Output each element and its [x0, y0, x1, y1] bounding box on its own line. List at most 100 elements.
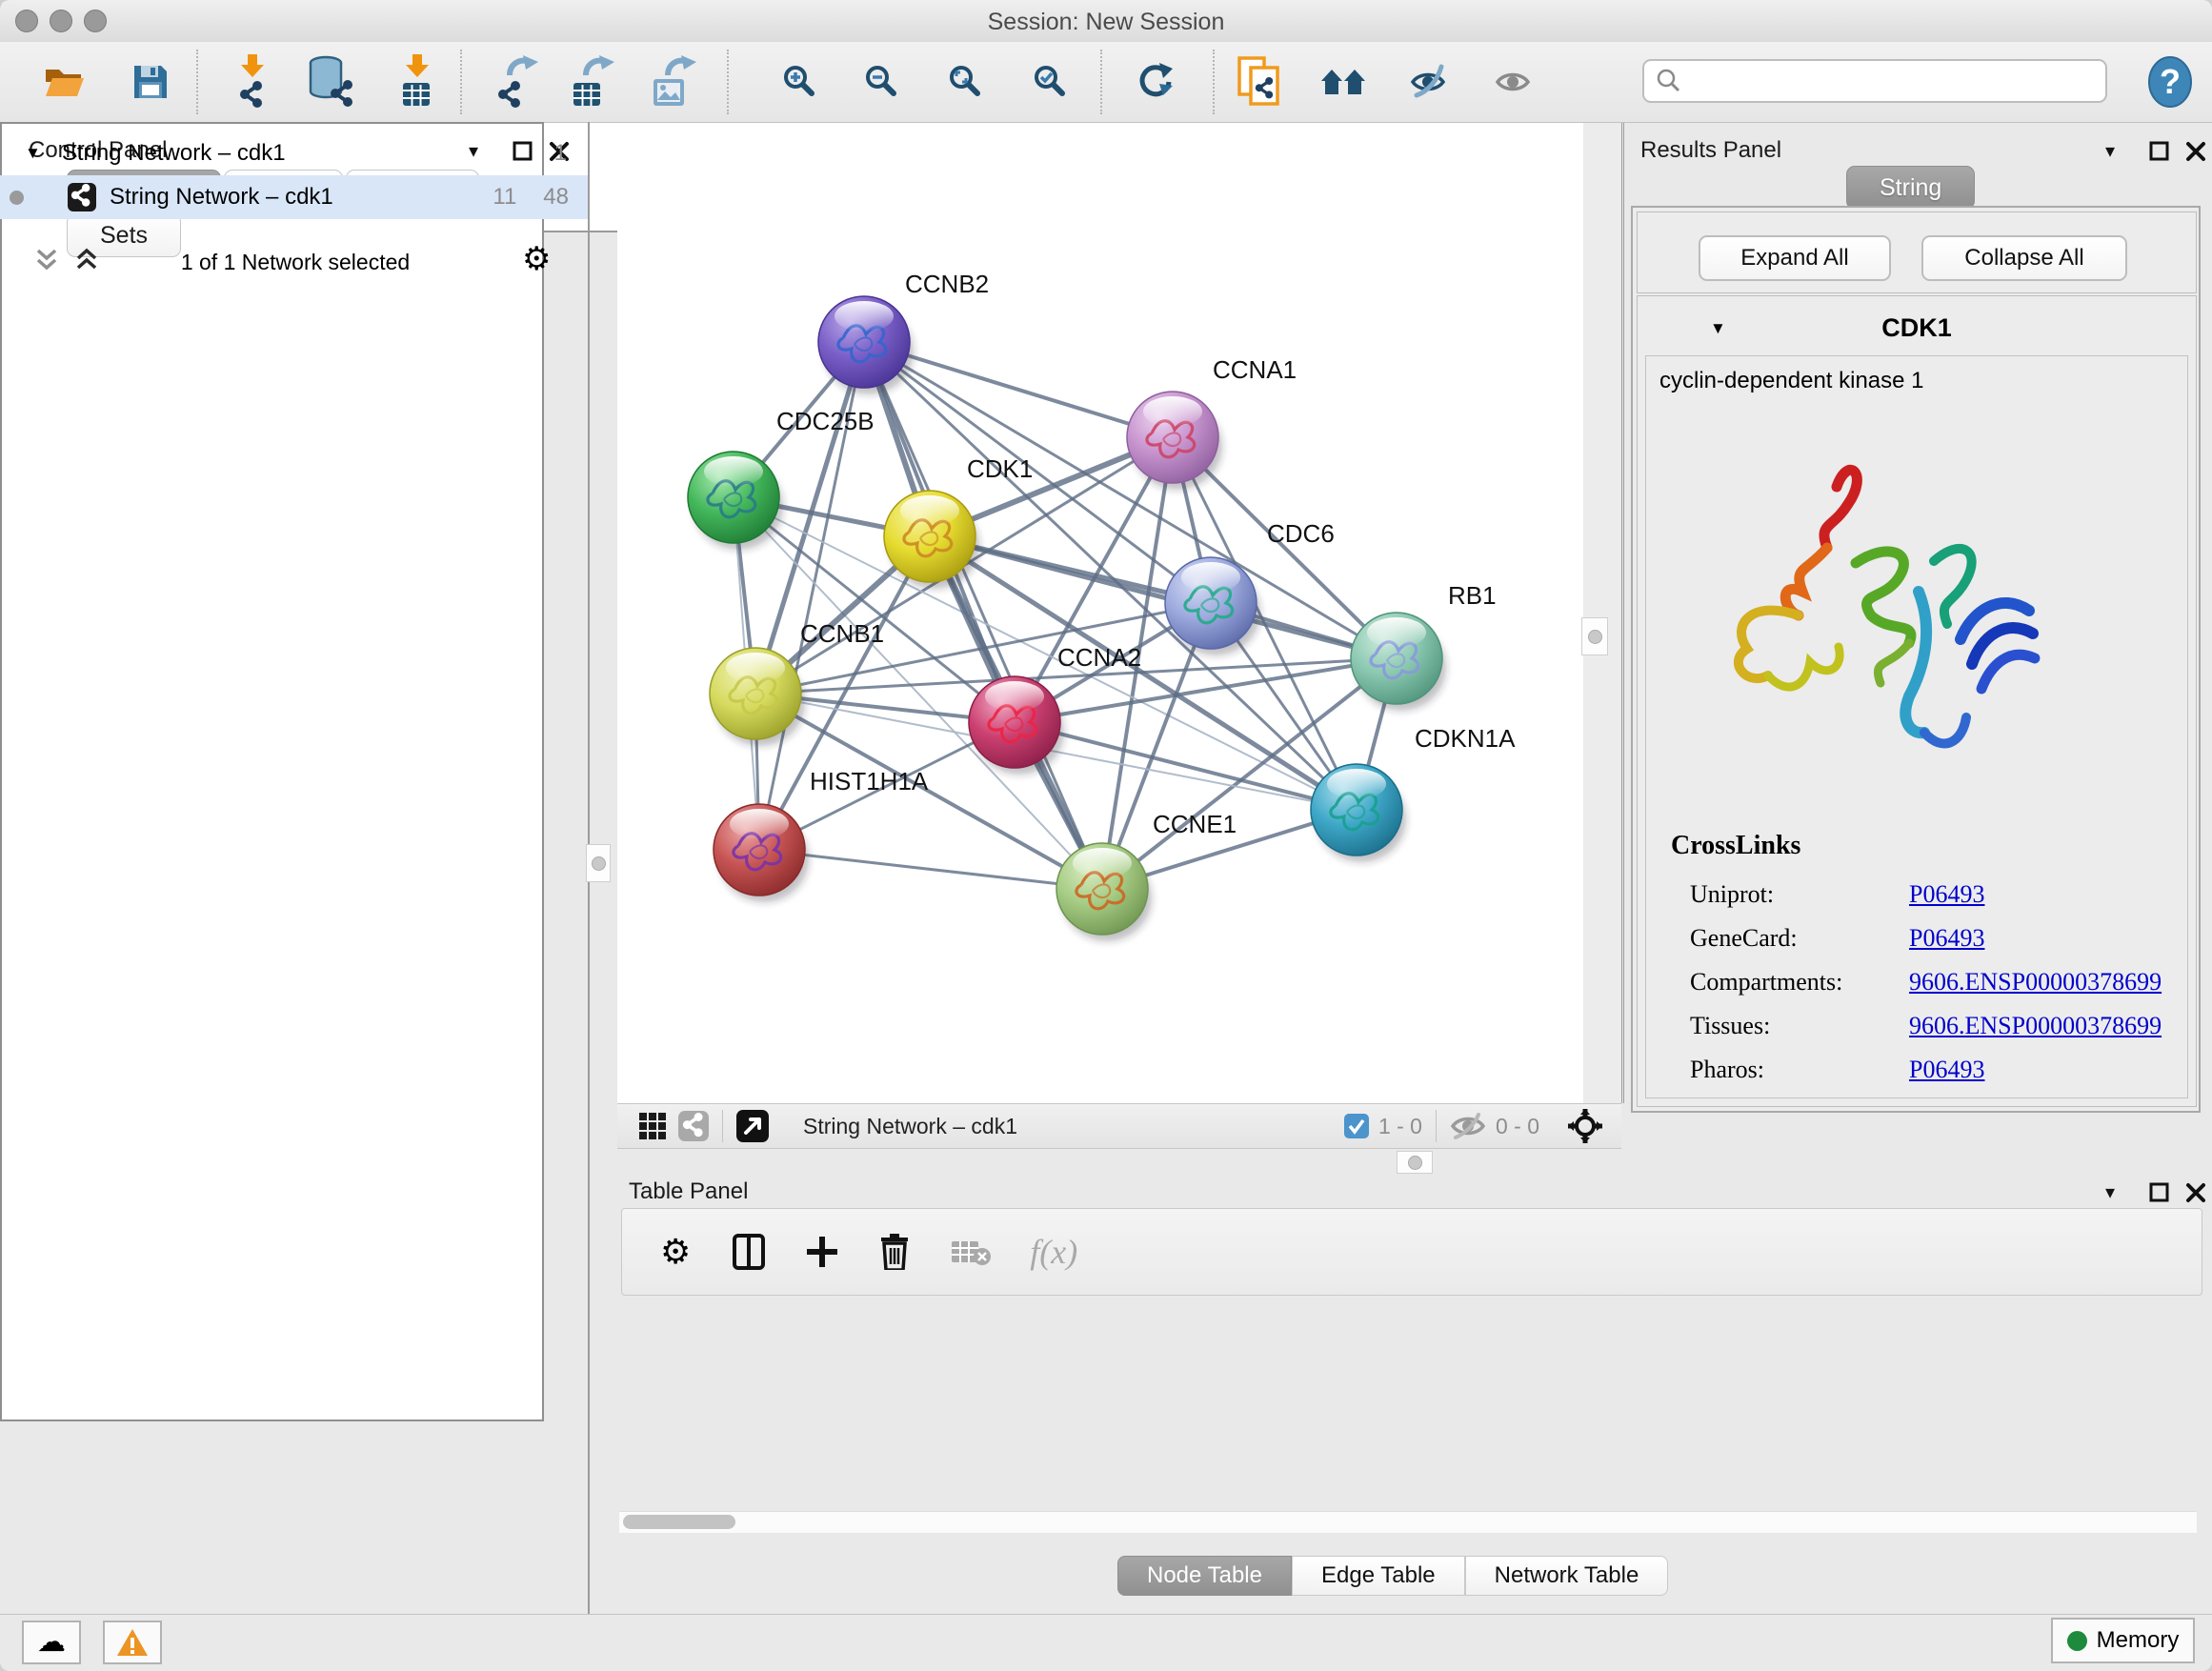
left-splitter-handle[interactable] [586, 844, 611, 882]
memory-label: Memory [2097, 1627, 2180, 1654]
tab-network-table[interactable]: Network Table [1465, 1556, 1669, 1596]
collection-label: String Network – cdk1 [62, 140, 286, 167]
selected-checkbox-icon[interactable] [1344, 1114, 1369, 1138]
network-list-share-icon[interactable] [678, 1111, 709, 1141]
add-column-plus-icon[interactable] [805, 1235, 839, 1269]
zoom-out-button[interactable] [855, 55, 909, 109]
first-neighbors-button[interactable] [1317, 55, 1371, 109]
table-panel-title: Table Panel [629, 1178, 748, 1205]
results-panel-float-icon[interactable] [2149, 141, 2170, 162]
right-splitter-handle[interactable] [1581, 617, 1608, 655]
crosslink-label: GeneCard: [1690, 924, 1798, 952]
hidden-count: 0 - 0 [1496, 1114, 1539, 1139]
network-node-ccna2[interactable] [969, 676, 1064, 775]
tab-node-table[interactable]: Node Table [1117, 1556, 1292, 1596]
grid-view-icon[interactable] [638, 1112, 667, 1140]
network-row-selected[interactable]: String Network – cdk1 11 48 [0, 175, 588, 219]
table-panel-float-icon[interactable] [2149, 1182, 2170, 1203]
results-panel-close-icon[interactable] [2185, 141, 2206, 162]
crosslink-label: Tissues: [1690, 1012, 1770, 1039]
crosslink-value[interactable]: P06493 [1909, 916, 1984, 960]
network-view-toolbar: String Network – cdk1 1 - 0 0 - 0 [617, 1103, 1621, 1149]
delete-column-trash-icon[interactable] [879, 1234, 910, 1270]
table-hscrollbar[interactable] [619, 1511, 2197, 1533]
network-node-cdk1[interactable] [884, 491, 979, 589]
expand-all-button[interactable]: Expand All [1699, 235, 1891, 281]
network-canvas[interactable]: CCNB2CCNA1CDC25BCDK1CDC6RB1CCNB1CCNA2CDK… [617, 123, 1584, 1103]
network-node-ccna1[interactable] [1127, 392, 1222, 490]
expand-all-chevron-icon[interactable] [72, 248, 101, 272]
crosslinks-title: CrossLinks [1671, 831, 1800, 861]
copy-network-button[interactable] [1233, 55, 1286, 109]
zoom-fit-button[interactable] [939, 55, 993, 109]
table-panel-menu-icon[interactable]: ▾ [2105, 1180, 2115, 1204]
zoom-selected-button[interactable] [1024, 55, 1077, 109]
warning-icon [115, 1627, 150, 1658]
crosslink-row: Uniprot: P06493 [1690, 873, 1842, 916]
collection-expand-triangle[interactable]: ▼ [25, 144, 41, 163]
show-all-eye-icon[interactable] [1486, 55, 1539, 109]
network-node-ccne1[interactable] [1056, 843, 1152, 941]
export-network-button[interactable] [491, 55, 544, 109]
collapse-all-button[interactable]: Collapse All [1921, 235, 2127, 281]
node-label-hist1h1a: HIST1H1A [810, 767, 929, 795]
zoom-in-button[interactable] [774, 55, 827, 109]
results-buttons-row: Expand All Collapse All [1637, 211, 2197, 293]
show-columns-icon[interactable] [733, 1234, 765, 1270]
crosslink-value[interactable]: 9606.ENSP00000378699 [1909, 1004, 2162, 1048]
crosslink-value[interactable]: 9606.ENSP00000378699 [1909, 960, 2162, 1004]
tab-edge-table[interactable]: Edge Table [1292, 1556, 1465, 1596]
refresh-button[interactable] [1129, 55, 1182, 109]
canvas-results-splitter[interactable] [1583, 123, 1624, 1103]
network-status-dot [10, 191, 24, 205]
crosslink-row: Pharos: P06493 [1690, 1048, 1842, 1092]
import-network-database-button[interactable] [305, 55, 358, 109]
crosslink-value[interactable]: P06493 [1909, 1048, 1984, 1092]
network-options-gear-icon[interactable]: ⚙ [522, 240, 551, 278]
selected-count: 1 - 0 [1378, 1114, 1422, 1139]
results-entry: ▼ CDK1 cyclin-dependent kinase 1 [1637, 295, 2197, 1107]
open-session-button[interactable] [38, 55, 91, 109]
function-builder-icon: f(x) [1030, 1232, 1077, 1272]
node-label-ccnb1: CCNB1 [800, 619, 884, 648]
table-settings-gear-icon[interactable]: ⚙ [660, 1232, 691, 1272]
delete-table-icon [952, 1238, 992, 1266]
table-tabs: Node TableEdge TableNetwork Table [1117, 1556, 1668, 1596]
toolbar-separator [727, 50, 729, 114]
search-box[interactable] [1642, 59, 2107, 103]
table-hscrollbar-thumb[interactable] [623, 1515, 735, 1529]
save-session-button[interactable] [124, 55, 177, 109]
network-label: String Network – cdk1 [110, 184, 333, 211]
results-panel-menu-icon[interactable]: ▾ [2105, 139, 2115, 163]
node-label-cdk1: CDK1 [967, 454, 1033, 483]
hide-selected-eye-icon[interactable] [1403, 55, 1457, 109]
crosslink-row: GeneCard: P06493 [1690, 916, 1842, 960]
table-panel-close-icon[interactable] [2185, 1182, 2206, 1203]
collapse-all-chevron-icon[interactable] [32, 248, 61, 272]
network-node-hist1h1a[interactable] [714, 804, 809, 902]
help-button[interactable]: ? [2147, 55, 2195, 109]
export-image-button[interactable] [648, 55, 701, 109]
network-node-cdkn1a[interactable] [1311, 764, 1406, 862]
fit-content-crosshair-icon[interactable] [1566, 1107, 1604, 1145]
crosslink-value[interactable]: P06493 [1909, 873, 1984, 916]
crosslink-label: Compartments: [1690, 968, 1842, 996]
import-network-file-button[interactable] [226, 55, 279, 109]
network-node-rb1[interactable] [1351, 613, 1446, 711]
network-collection-row[interactable]: ▼ String Network – cdk1 1 [0, 131, 588, 175]
export-table-button[interactable] [567, 55, 620, 109]
search-icon [1656, 68, 1682, 94]
tab-string[interactable]: String [1846, 166, 1975, 210]
bottom-splitter-handle[interactable] [1397, 1151, 1433, 1174]
search-input[interactable] [1682, 67, 2086, 95]
node-label-cdc6: CDC6 [1267, 519, 1335, 548]
network-node-cdc25b[interactable] [688, 452, 783, 550]
crosslink-label: Uniprot: [1690, 880, 1774, 908]
import-table-file-button[interactable] [391, 55, 444, 109]
application-window: Session: New Session [0, 0, 2212, 1671]
network-tree: ▼ String Network – cdk1 1 String Network… [0, 122, 544, 1421]
memory-button[interactable]: Memory [2051, 1618, 2195, 1663]
warnings-button[interactable] [103, 1621, 162, 1664]
birds-eye-view-icon[interactable] [736, 1110, 769, 1142]
cloud-status-button[interactable]: ☁ [22, 1621, 81, 1664]
